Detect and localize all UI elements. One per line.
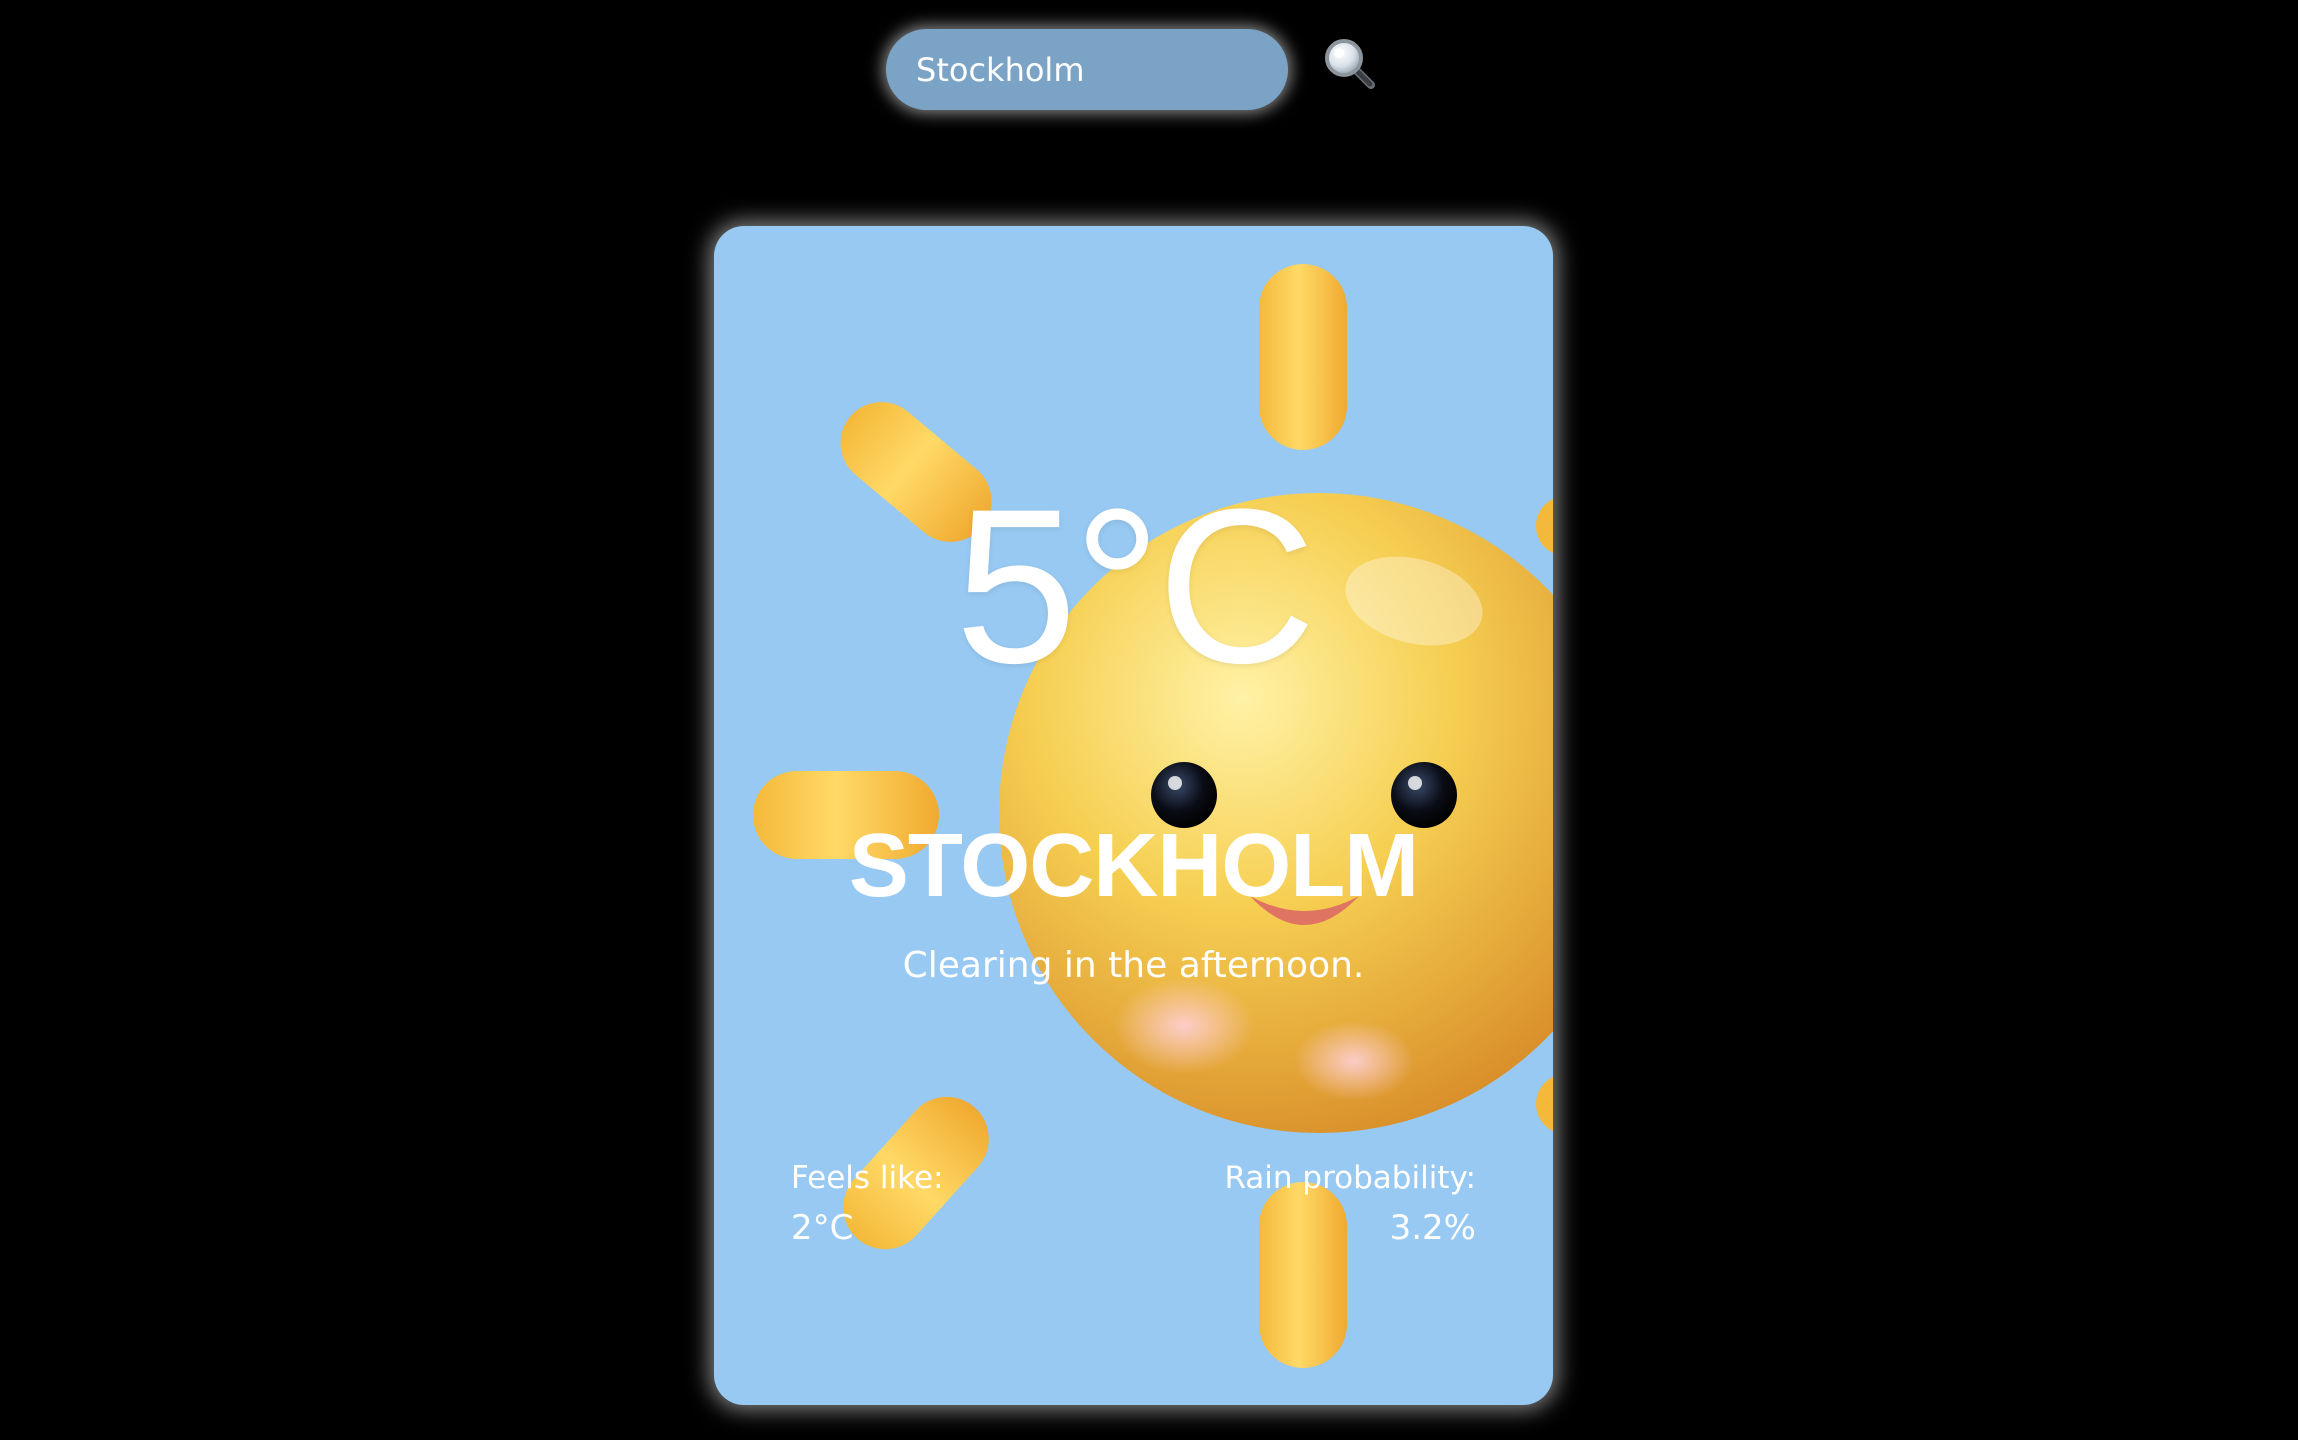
search-input[interactable] (916, 50, 1258, 89)
rain-probability-label: Rain probability: (1224, 1160, 1476, 1196)
weather-card: 5°C STOCKHOLM Clearing in the afternoon.… (714, 226, 1553, 1405)
weather-description: Clearing in the afternoon. (902, 945, 1365, 986)
city-name: STOCKHOLM (848, 816, 1419, 916)
feels-like-label: Feels like: (791, 1160, 944, 1196)
magnifying-glass-icon (1325, 39, 1375, 89)
search-button[interactable] (1320, 34, 1380, 94)
temperature: 5°C (954, 463, 1316, 709)
search-bar (886, 29, 1288, 110)
page: 5°C STOCKHOLM Clearing in the afternoon.… (0, 0, 2298, 1440)
rain-probability-value: 3.2% (1389, 1208, 1476, 1248)
feels-like-value: 2°C (791, 1208, 854, 1248)
